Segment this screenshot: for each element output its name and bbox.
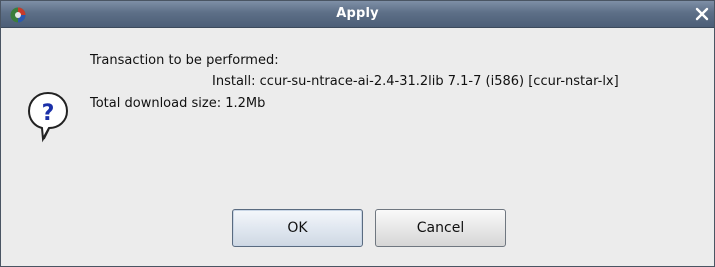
title-bar[interactable]: Apply	[1, 1, 714, 28]
close-icon[interactable]	[693, 5, 711, 23]
ok-button[interactable]: OK	[232, 209, 363, 247]
apply-dialog: Apply Transaction to be performed: Insta…	[0, 0, 715, 267]
window-title: Apply	[336, 6, 379, 21]
download-size: Total download size: 1.2Mb	[90, 96, 266, 111]
dialog-content: Transaction to be performed: Install: cc…	[1, 28, 714, 266]
install-line: Install: ccur-su-ntrace-ai-2.4-31.2lib 7…	[212, 74, 619, 89]
transaction-heading: Transaction to be performed:	[90, 53, 279, 68]
svg-text:?: ?	[42, 101, 55, 126]
cancel-button[interactable]: Cancel	[375, 209, 506, 247]
question-icon: ?	[27, 91, 69, 143]
